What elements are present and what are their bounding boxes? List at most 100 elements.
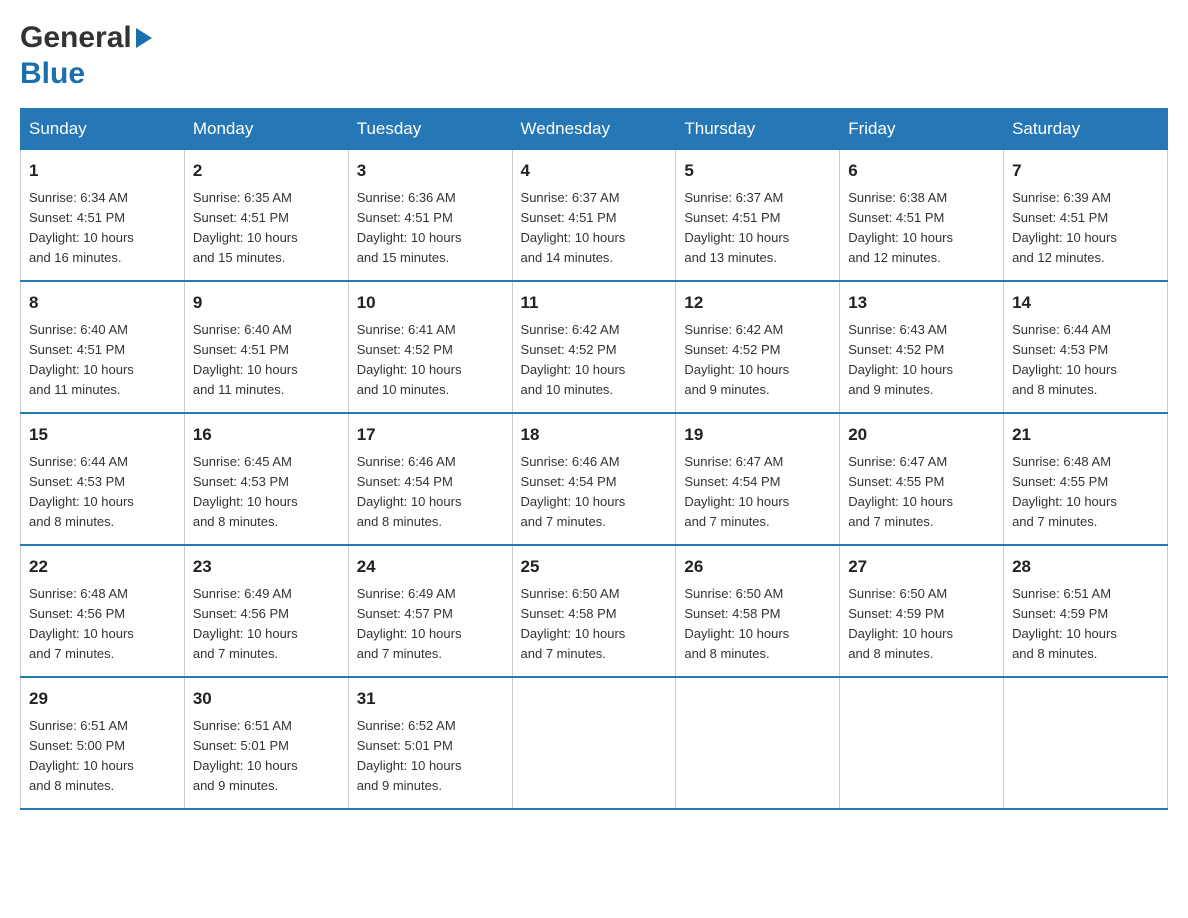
day-info: Sunrise: 6:48 AMSunset: 4:55 PMDaylight:… bbox=[1012, 452, 1159, 533]
day-info: Sunrise: 6:44 AMSunset: 4:53 PMDaylight:… bbox=[29, 452, 176, 533]
week-row-5: 29 Sunrise: 6:51 AMSunset: 5:00 PMDaylig… bbox=[21, 677, 1168, 809]
day-cell bbox=[1004, 677, 1168, 809]
day-cell: 31 Sunrise: 6:52 AMSunset: 5:01 PMDaylig… bbox=[348, 677, 512, 809]
day-info: Sunrise: 6:40 AMSunset: 4:51 PMDaylight:… bbox=[29, 320, 176, 401]
day-cell: 22 Sunrise: 6:48 AMSunset: 4:56 PMDaylig… bbox=[21, 545, 185, 677]
day-cell: 2 Sunrise: 6:35 AMSunset: 4:51 PMDayligh… bbox=[184, 150, 348, 282]
day-info: Sunrise: 6:48 AMSunset: 4:56 PMDaylight:… bbox=[29, 584, 176, 665]
col-header-monday: Monday bbox=[184, 109, 348, 150]
day-info: Sunrise: 6:51 AMSunset: 5:01 PMDaylight:… bbox=[193, 716, 340, 797]
day-info: Sunrise: 6:40 AMSunset: 4:51 PMDaylight:… bbox=[193, 320, 340, 401]
day-number: 24 bbox=[357, 554, 504, 580]
day-cell: 5 Sunrise: 6:37 AMSunset: 4:51 PMDayligh… bbox=[676, 150, 840, 282]
week-row-4: 22 Sunrise: 6:48 AMSunset: 4:56 PMDaylig… bbox=[21, 545, 1168, 677]
day-cell bbox=[676, 677, 840, 809]
day-cell: 9 Sunrise: 6:40 AMSunset: 4:51 PMDayligh… bbox=[184, 281, 348, 413]
day-info: Sunrise: 6:37 AMSunset: 4:51 PMDaylight:… bbox=[684, 188, 831, 269]
day-info: Sunrise: 6:36 AMSunset: 4:51 PMDaylight:… bbox=[357, 188, 504, 269]
week-row-1: 1 Sunrise: 6:34 AMSunset: 4:51 PMDayligh… bbox=[21, 150, 1168, 282]
day-info: Sunrise: 6:49 AMSunset: 4:57 PMDaylight:… bbox=[357, 584, 504, 665]
day-info: Sunrise: 6:39 AMSunset: 4:51 PMDaylight:… bbox=[1012, 188, 1159, 269]
day-cell: 10 Sunrise: 6:41 AMSunset: 4:52 PMDaylig… bbox=[348, 281, 512, 413]
day-cell: 8 Sunrise: 6:40 AMSunset: 4:51 PMDayligh… bbox=[21, 281, 185, 413]
day-number: 3 bbox=[357, 158, 504, 184]
calendar-table: SundayMondayTuesdayWednesdayThursdayFrid… bbox=[20, 108, 1168, 810]
day-info: Sunrise: 6:46 AMSunset: 4:54 PMDaylight:… bbox=[357, 452, 504, 533]
day-number: 29 bbox=[29, 686, 176, 712]
day-number: 28 bbox=[1012, 554, 1159, 580]
day-cell: 27 Sunrise: 6:50 AMSunset: 4:59 PMDaylig… bbox=[840, 545, 1004, 677]
logo: General Blue bbox=[20, 20, 152, 92]
day-cell: 15 Sunrise: 6:44 AMSunset: 4:53 PMDaylig… bbox=[21, 413, 185, 545]
calendar-header-row: SundayMondayTuesdayWednesdayThursdayFrid… bbox=[21, 109, 1168, 150]
day-cell: 29 Sunrise: 6:51 AMSunset: 5:00 PMDaylig… bbox=[21, 677, 185, 809]
day-info: Sunrise: 6:47 AMSunset: 4:54 PMDaylight:… bbox=[684, 452, 831, 533]
day-number: 25 bbox=[521, 554, 668, 580]
day-cell: 3 Sunrise: 6:36 AMSunset: 4:51 PMDayligh… bbox=[348, 150, 512, 282]
day-cell: 11 Sunrise: 6:42 AMSunset: 4:52 PMDaylig… bbox=[512, 281, 676, 413]
day-number: 27 bbox=[848, 554, 995, 580]
day-info: Sunrise: 6:38 AMSunset: 4:51 PMDaylight:… bbox=[848, 188, 995, 269]
col-header-wednesday: Wednesday bbox=[512, 109, 676, 150]
day-cell: 24 Sunrise: 6:49 AMSunset: 4:57 PMDaylig… bbox=[348, 545, 512, 677]
day-info: Sunrise: 6:50 AMSunset: 4:58 PMDaylight:… bbox=[521, 584, 668, 665]
day-info: Sunrise: 6:51 AMSunset: 4:59 PMDaylight:… bbox=[1012, 584, 1159, 665]
day-cell bbox=[512, 677, 676, 809]
day-number: 8 bbox=[29, 290, 176, 316]
day-number: 10 bbox=[357, 290, 504, 316]
day-cell: 13 Sunrise: 6:43 AMSunset: 4:52 PMDaylig… bbox=[840, 281, 1004, 413]
day-number: 6 bbox=[848, 158, 995, 184]
day-number: 20 bbox=[848, 422, 995, 448]
day-number: 7 bbox=[1012, 158, 1159, 184]
day-number: 4 bbox=[521, 158, 668, 184]
col-header-saturday: Saturday bbox=[1004, 109, 1168, 150]
logo-general-text: General bbox=[20, 20, 152, 56]
day-number: 9 bbox=[193, 290, 340, 316]
day-cell: 18 Sunrise: 6:46 AMSunset: 4:54 PMDaylig… bbox=[512, 413, 676, 545]
day-number: 12 bbox=[684, 290, 831, 316]
day-info: Sunrise: 6:44 AMSunset: 4:53 PMDaylight:… bbox=[1012, 320, 1159, 401]
day-info: Sunrise: 6:50 AMSunset: 4:59 PMDaylight:… bbox=[848, 584, 995, 665]
day-cell: 25 Sunrise: 6:50 AMSunset: 4:58 PMDaylig… bbox=[512, 545, 676, 677]
day-number: 21 bbox=[1012, 422, 1159, 448]
day-number: 2 bbox=[193, 158, 340, 184]
day-cell: 6 Sunrise: 6:38 AMSunset: 4:51 PMDayligh… bbox=[840, 150, 1004, 282]
day-info: Sunrise: 6:49 AMSunset: 4:56 PMDaylight:… bbox=[193, 584, 340, 665]
day-info: Sunrise: 6:50 AMSunset: 4:58 PMDaylight:… bbox=[684, 584, 831, 665]
col-header-friday: Friday bbox=[840, 109, 1004, 150]
day-number: 5 bbox=[684, 158, 831, 184]
day-cell: 20 Sunrise: 6:47 AMSunset: 4:55 PMDaylig… bbox=[840, 413, 1004, 545]
col-header-sunday: Sunday bbox=[21, 109, 185, 150]
day-cell: 16 Sunrise: 6:45 AMSunset: 4:53 PMDaylig… bbox=[184, 413, 348, 545]
day-cell: 1 Sunrise: 6:34 AMSunset: 4:51 PMDayligh… bbox=[21, 150, 185, 282]
day-cell: 19 Sunrise: 6:47 AMSunset: 4:54 PMDaylig… bbox=[676, 413, 840, 545]
day-number: 19 bbox=[684, 422, 831, 448]
page-header: General Blue bbox=[20, 20, 1168, 92]
day-info: Sunrise: 6:45 AMSunset: 4:53 PMDaylight:… bbox=[193, 452, 340, 533]
day-number: 17 bbox=[357, 422, 504, 448]
day-info: Sunrise: 6:42 AMSunset: 4:52 PMDaylight:… bbox=[684, 320, 831, 401]
day-cell: 12 Sunrise: 6:42 AMSunset: 4:52 PMDaylig… bbox=[676, 281, 840, 413]
day-info: Sunrise: 6:37 AMSunset: 4:51 PMDaylight:… bbox=[521, 188, 668, 269]
day-info: Sunrise: 6:52 AMSunset: 5:01 PMDaylight:… bbox=[357, 716, 504, 797]
col-header-thursday: Thursday bbox=[676, 109, 840, 150]
day-cell: 28 Sunrise: 6:51 AMSunset: 4:59 PMDaylig… bbox=[1004, 545, 1168, 677]
day-info: Sunrise: 6:51 AMSunset: 5:00 PMDaylight:… bbox=[29, 716, 176, 797]
col-header-tuesday: Tuesday bbox=[348, 109, 512, 150]
day-info: Sunrise: 6:43 AMSunset: 4:52 PMDaylight:… bbox=[848, 320, 995, 401]
day-cell: 7 Sunrise: 6:39 AMSunset: 4:51 PMDayligh… bbox=[1004, 150, 1168, 282]
day-cell: 4 Sunrise: 6:37 AMSunset: 4:51 PMDayligh… bbox=[512, 150, 676, 282]
logo-blue-text: Blue bbox=[20, 56, 152, 92]
day-number: 1 bbox=[29, 158, 176, 184]
day-number: 11 bbox=[521, 290, 668, 316]
day-number: 30 bbox=[193, 686, 340, 712]
week-row-2: 8 Sunrise: 6:40 AMSunset: 4:51 PMDayligh… bbox=[21, 281, 1168, 413]
day-number: 22 bbox=[29, 554, 176, 580]
day-info: Sunrise: 6:42 AMSunset: 4:52 PMDaylight:… bbox=[521, 320, 668, 401]
day-number: 14 bbox=[1012, 290, 1159, 316]
day-number: 26 bbox=[684, 554, 831, 580]
day-info: Sunrise: 6:34 AMSunset: 4:51 PMDaylight:… bbox=[29, 188, 176, 269]
day-number: 16 bbox=[193, 422, 340, 448]
day-cell bbox=[840, 677, 1004, 809]
day-number: 18 bbox=[521, 422, 668, 448]
